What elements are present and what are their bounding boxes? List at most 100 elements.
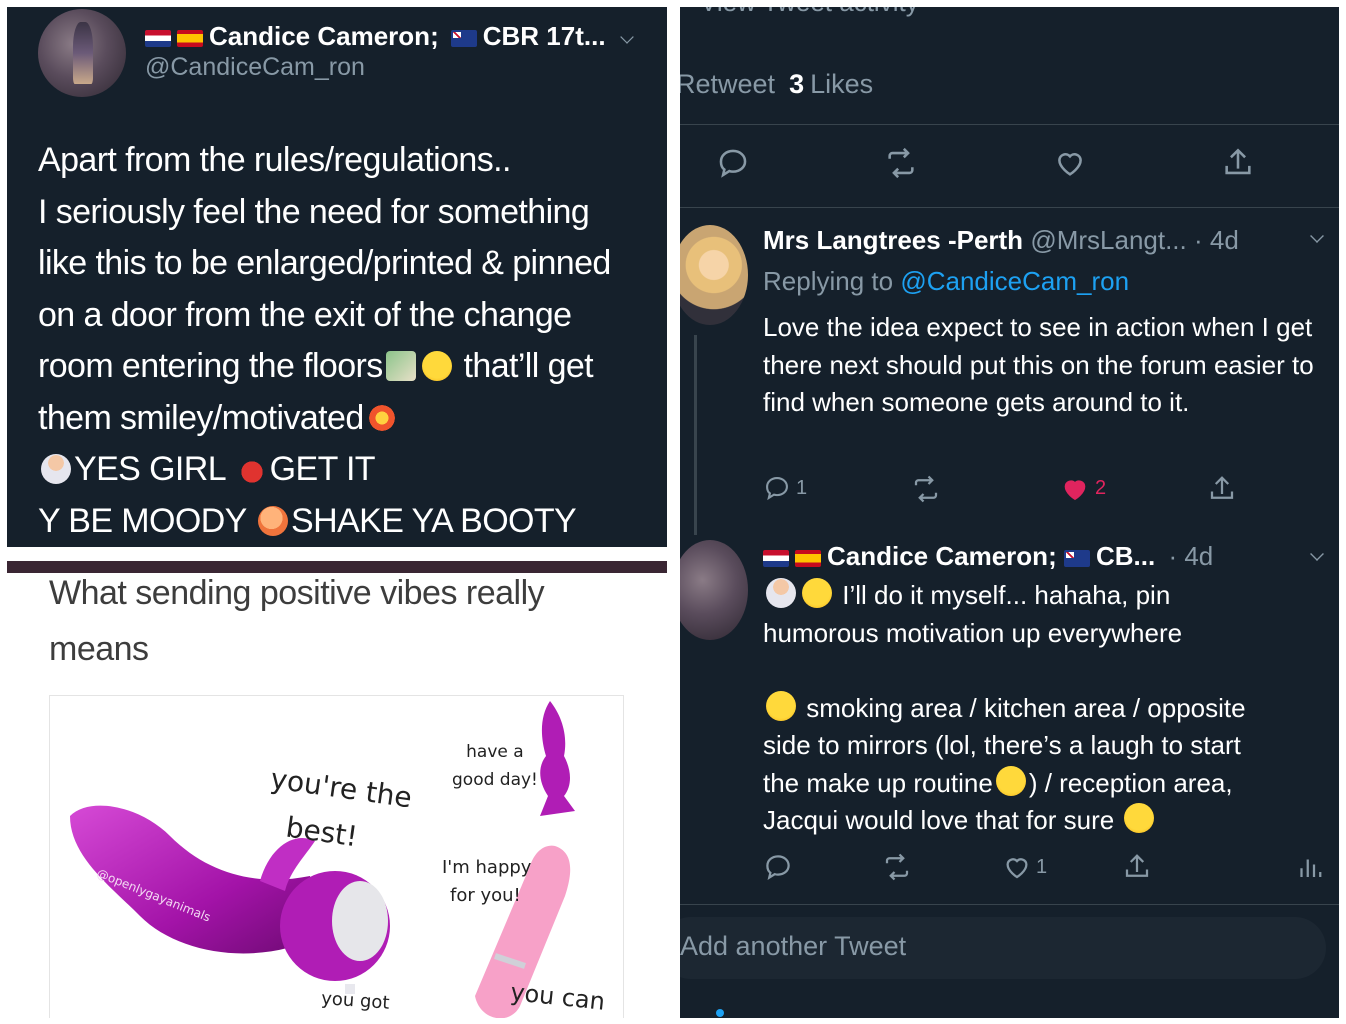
reply-avatar[interactable] bbox=[680, 540, 748, 640]
tweet-line: Y BE MOODY SHAKE YA BOOTY bbox=[38, 496, 658, 548]
meme-label-line: have a bbox=[466, 742, 524, 762]
meme-caption: What sending positive vibes really means bbox=[49, 574, 545, 668]
like-icon[interactable] bbox=[1002, 852, 1032, 882]
australia-flag-icon bbox=[1063, 550, 1090, 567]
like-count: 1 bbox=[1036, 856, 1048, 878]
share-icon[interactable] bbox=[1221, 146, 1255, 180]
replying-to: Replying to @CandiceCam_ron bbox=[763, 266, 1129, 297]
chevron-down-icon[interactable] bbox=[620, 30, 634, 44]
like-icon[interactable] bbox=[1053, 146, 1087, 180]
reply-line: smoking area / kitchen area / opposite bbox=[763, 690, 1333, 728]
divider bbox=[680, 207, 1339, 208]
likes-label: Likes bbox=[810, 69, 874, 99]
reply-blank-line bbox=[763, 652, 1333, 690]
tweet-line-part: YES GIRL bbox=[74, 450, 225, 488]
reply-display-name-suffix: CB... bbox=[1095, 541, 1156, 571]
meme-label-best: you're the best! bbox=[261, 756, 415, 867]
tweet-line-part: Y BE MOODY bbox=[38, 501, 247, 540]
main-tweet-display-name-suffix: CBR 17t... bbox=[482, 21, 606, 51]
tweet-stats-row[interactable]: Retweet 3 Likes bbox=[680, 69, 873, 100]
main-tweet-handle[interactable]: @CandiceCam_ron bbox=[145, 53, 365, 82]
analytics-icon[interactable] bbox=[1294, 852, 1324, 882]
tweet-line: them smiley/motivated bbox=[38, 393, 658, 445]
reply-line-part: the make up routine bbox=[763, 767, 993, 798]
dancer-emoji-icon bbox=[236, 454, 267, 484]
sweat-smile-emoji-icon bbox=[995, 765, 1026, 796]
chevron-down-icon[interactable] bbox=[1310, 547, 1324, 561]
main-tweet-avatar[interactable] bbox=[38, 9, 126, 97]
replying-to-mention-link[interactable]: @CandiceCam_ron bbox=[900, 266, 1129, 296]
netherlands-antilles-flag-icon bbox=[145, 30, 171, 47]
meme-label-line: for you! bbox=[450, 885, 521, 906]
reply-line-part: smoking area / kitchen area / opposite bbox=[806, 692, 1246, 723]
image-top-border bbox=[7, 561, 667, 573]
meme-label-goodday: have a good day! bbox=[452, 738, 538, 794]
thread-connector-line bbox=[694, 335, 697, 535]
reply-line: Jacqui would love that for sure bbox=[763, 802, 1333, 840]
tweet-line-part: them smiley/motivated bbox=[38, 398, 364, 437]
tweet-line-part: that’ll get bbox=[463, 347, 594, 385]
retweet-icon[interactable] bbox=[882, 852, 912, 882]
scroll-indicator-dot bbox=[716, 1009, 724, 1017]
rofl-emoji-icon bbox=[802, 578, 832, 608]
reply-count: 1 bbox=[796, 477, 808, 499]
likes-count: 3 bbox=[789, 69, 805, 99]
reply-author-row[interactable]: Mrs Langtrees -Perth @MrsLangt... · 4d bbox=[763, 225, 1239, 256]
retweet-icon[interactable] bbox=[884, 146, 918, 180]
reply-line-part: ) / reception area, bbox=[1028, 767, 1233, 798]
money-emoji-icon bbox=[385, 351, 416, 381]
meme-label-line: good day! bbox=[452, 770, 538, 790]
main-tweet-author-row[interactable]: Candice Cameron; CBR 17t... bbox=[145, 21, 606, 52]
thread-panel: View Tweet activity Retweet 3Likes Mrs La… bbox=[680, 7, 1339, 1018]
reply-author-row[interactable]: Candice Cameron; CB... · 4d bbox=[763, 541, 1213, 572]
reply-line-part: Jacqui would love that for sure bbox=[763, 805, 1115, 835]
tweet-line: room entering the floors that’ll get bbox=[38, 341, 658, 393]
tweet-line: Apart from the rules/regulations.. bbox=[38, 141, 511, 179]
share-icon[interactable] bbox=[1122, 852, 1152, 882]
replying-to-label: Replying to bbox=[763, 266, 894, 296]
reply-handle-time: @MrsLangt... · 4d bbox=[1030, 225, 1239, 255]
meme-image[interactable]: What sending positive vibes really means bbox=[7, 573, 665, 1018]
tweet-line-part: SHAKE YA BOOTY bbox=[291, 501, 577, 540]
add-another-tweet-placeholder: Add another Tweet bbox=[680, 931, 907, 961]
reply-icon[interactable] bbox=[763, 852, 793, 882]
reply-icon[interactable] bbox=[716, 146, 750, 180]
tweet-line-part: GET IT bbox=[269, 450, 376, 488]
thinking-emoji-icon bbox=[766, 690, 796, 721]
collage-canvas: Candice Cameron; CBR 17t... @CandiceCam_r… bbox=[0, 0, 1346, 1024]
reply-avatar[interactable] bbox=[680, 225, 748, 325]
australia-flag-icon bbox=[450, 30, 477, 47]
rofl-emoji-icon bbox=[1124, 803, 1155, 833]
meme-label-line: I'm happy bbox=[442, 857, 532, 878]
tweet-line-part: room entering the floors bbox=[38, 347, 383, 385]
reply-icon[interactable] bbox=[763, 474, 791, 502]
meme-label-happy: I'm happy for you! bbox=[442, 854, 531, 910]
reply-line: the make up routine ) / reception area, bbox=[763, 765, 1333, 803]
netherlands-antilles-flag-icon bbox=[763, 550, 789, 567]
chevron-down-icon[interactable] bbox=[1310, 229, 1324, 243]
main-tweet-display-name: Candice Cameron; bbox=[209, 21, 439, 51]
reply-display-name: Candice Cameron; bbox=[827, 541, 1057, 571]
peach-emoji-icon bbox=[258, 505, 289, 536]
view-tweet-activity-link[interactable]: View Tweet activity bbox=[700, 7, 919, 18]
tweet-line: on a door from the exit of the change bbox=[38, 295, 572, 334]
reply-time: · 4d bbox=[1168, 541, 1214, 571]
tweet-line: YES GIRL GET IT bbox=[38, 444, 658, 496]
rofl-emoji-icon bbox=[421, 351, 452, 381]
reply-line: side to mirrors (lol, there’s a laugh to… bbox=[763, 730, 1241, 760]
retweet-label: Retweet bbox=[680, 69, 776, 99]
retweet-icon[interactable] bbox=[911, 474, 941, 504]
reply-line: humorous motivation up everywhere bbox=[763, 617, 1183, 648]
meme-picture-frame: @openlygayanimals you're the best! have a… bbox=[49, 695, 624, 1018]
share-icon[interactable] bbox=[1207, 474, 1237, 504]
divider bbox=[680, 904, 1339, 905]
collision-emoji-icon bbox=[366, 402, 397, 433]
liked-heart-icon[interactable] bbox=[1060, 474, 1090, 504]
tipping-hand-emoji-icon bbox=[41, 454, 71, 484]
reply-line: I’ll do it myself... hahaha, pin bbox=[763, 577, 1333, 615]
main-tweet-panel: Candice Cameron; CBR 17t... @CandiceCam_r… bbox=[7, 7, 667, 547]
like-count: 2 bbox=[1095, 477, 1107, 499]
tweet-line: like this to be enlarged/printed & pinne… bbox=[38, 244, 611, 282]
reply-body: Love the idea expect to see in action wh… bbox=[763, 312, 1314, 417]
main-tweet-body: Apart from the rules/regulations.. I ser… bbox=[38, 135, 658, 547]
